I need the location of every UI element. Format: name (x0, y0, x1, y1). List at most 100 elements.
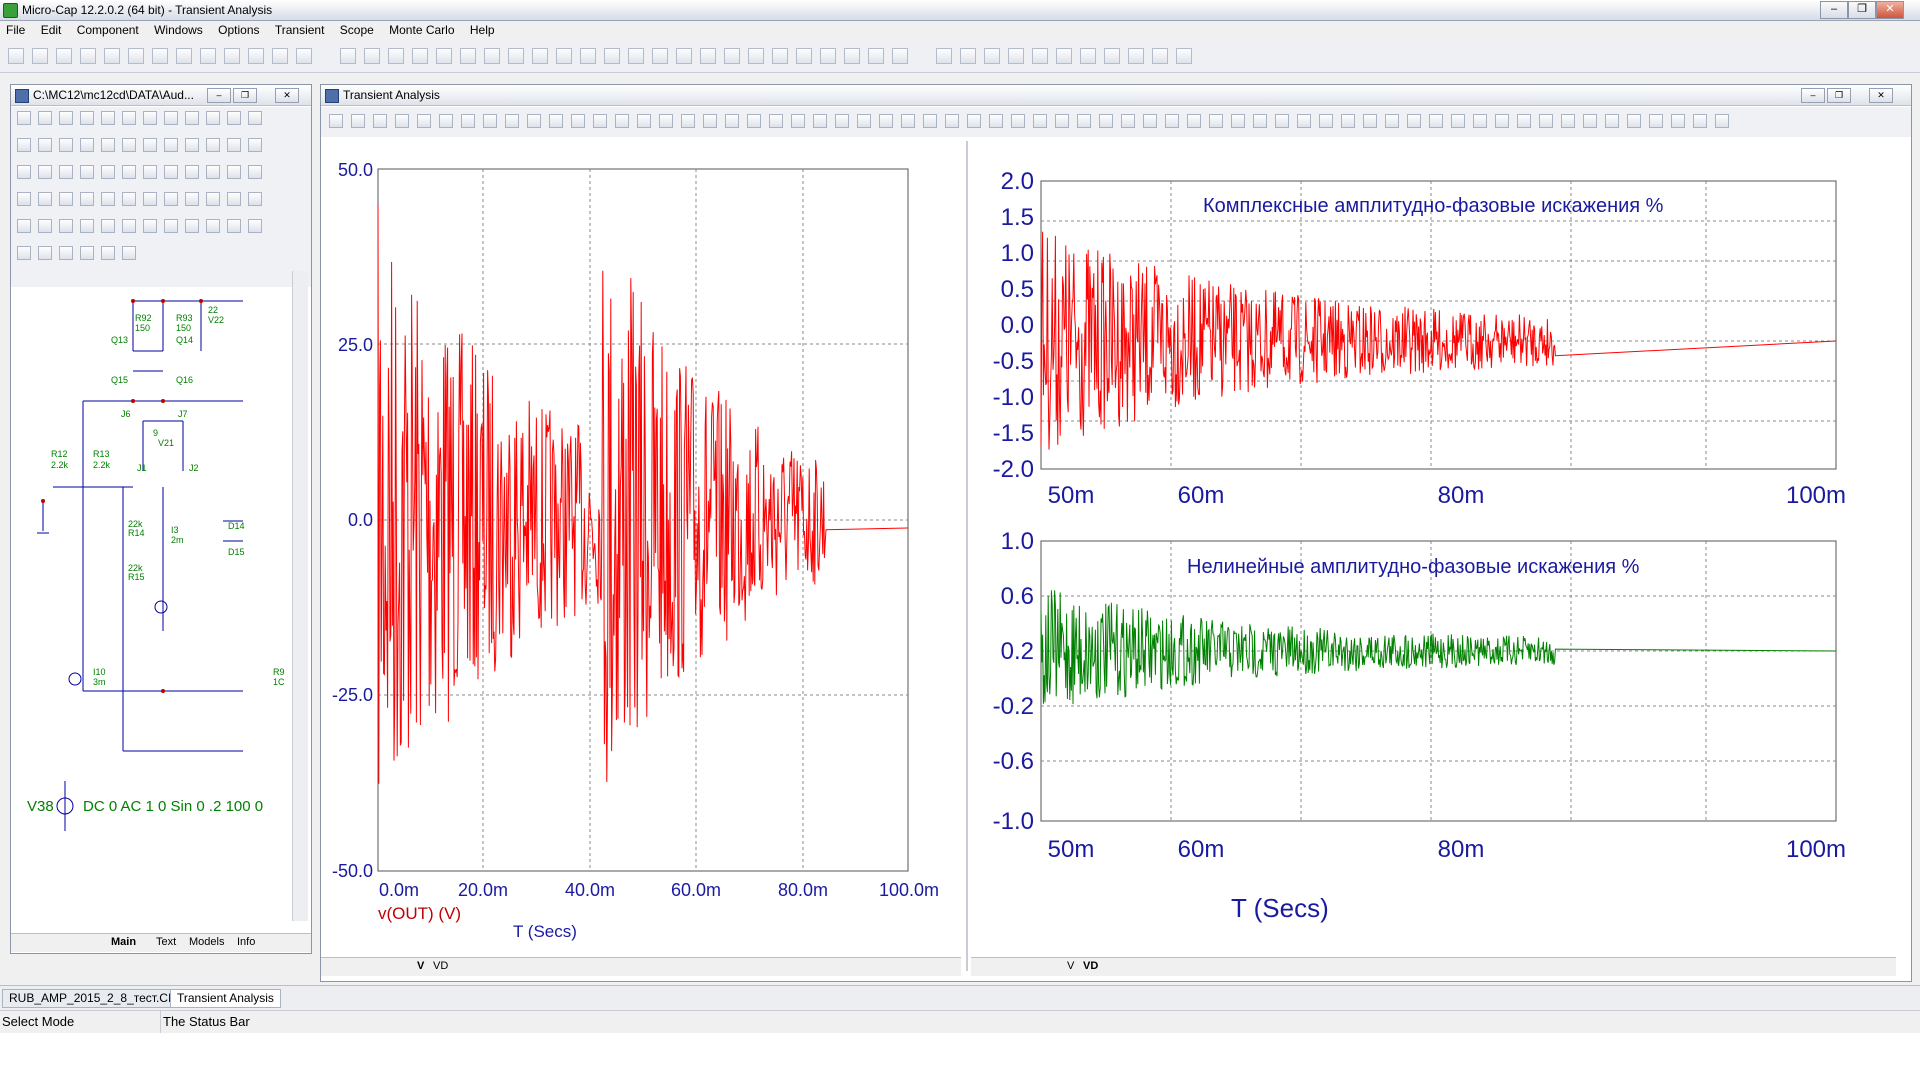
schematic-tool-button[interactable] (38, 192, 52, 206)
schematic-tool-button[interactable] (59, 219, 73, 233)
toolbar-button[interactable] (56, 48, 72, 64)
schematic-tool-button[interactable] (80, 165, 94, 179)
analysis-tool-button[interactable] (417, 114, 431, 128)
toolbar-button[interactable] (412, 48, 428, 64)
toolbar-button[interactable] (844, 48, 860, 64)
analysis-tool-button[interactable] (1231, 114, 1245, 128)
toolbar-button[interactable] (652, 48, 668, 64)
analysis-tool-button[interactable] (1715, 114, 1729, 128)
close-button[interactable]: ✕ (1876, 1, 1904, 19)
schematic-tool-button[interactable] (122, 138, 136, 152)
toolbar-button[interactable] (176, 48, 192, 64)
menu-windows[interactable]: Windows (148, 21, 209, 39)
menu-scope[interactable]: Scope (334, 21, 380, 39)
analysis-tool-button[interactable] (549, 114, 563, 128)
schematic-tool-button[interactable] (164, 111, 178, 125)
tab-main[interactable]: Main (111, 936, 136, 948)
menu-help[interactable]: Help (464, 21, 501, 39)
toolbar-button[interactable] (436, 48, 452, 64)
toolbar-button[interactable] (1056, 48, 1072, 64)
toolbar-button[interactable] (32, 48, 48, 64)
toolbar-button[interactable] (460, 48, 476, 64)
schematic-tool-button[interactable] (227, 138, 241, 152)
analysis-tool-button[interactable] (879, 114, 893, 128)
schematic-tool-button[interactable] (80, 246, 94, 260)
toolbar-button[interactable] (960, 48, 976, 64)
schematic-tool-button[interactable] (248, 219, 262, 233)
toolbar-button[interactable] (296, 48, 312, 64)
schematic-tool-button[interactable] (17, 192, 31, 206)
analysis-tool-button[interactable] (1011, 114, 1025, 128)
analysis-tool-button[interactable] (571, 114, 585, 128)
schematic-tool-button[interactable] (164, 219, 178, 233)
schematic-tool-button[interactable] (206, 138, 220, 152)
task-transient-analysis[interactable]: Transient Analysis (170, 989, 281, 1008)
toolbar-button[interactable] (1152, 48, 1168, 64)
toolbar-button[interactable] (8, 48, 24, 64)
schematic-tool-button[interactable] (101, 192, 115, 206)
right-tab-v[interactable]: V (1067, 960, 1074, 972)
schematic-tool-button[interactable] (185, 219, 199, 233)
analysis-tool-button[interactable] (989, 114, 1003, 128)
menu-edit[interactable]: Edit (35, 21, 68, 39)
menu-monte-carlo[interactable]: Monte Carlo (383, 21, 460, 39)
analysis-tool-button[interactable] (659, 114, 673, 128)
schematic-tool-button[interactable] (122, 111, 136, 125)
left-tab-vd[interactable]: VD (433, 960, 448, 972)
schematic-tool-button[interactable] (38, 246, 52, 260)
schematic-tool-button[interactable] (122, 165, 136, 179)
toolbar-button[interactable] (484, 48, 500, 64)
maximize-button[interactable]: ❐ (1848, 1, 1876, 19)
analysis-tool-button[interactable] (1187, 114, 1201, 128)
analysis-tool-button[interactable] (1605, 114, 1619, 128)
schematic-tool-button[interactable] (101, 138, 115, 152)
toolbar-button[interactable] (868, 48, 884, 64)
toolbar-button[interactable] (1032, 48, 1048, 64)
toolbar-button[interactable] (556, 48, 572, 64)
analysis-tool-button[interactable] (1143, 114, 1157, 128)
schematic-tool-button[interactable] (17, 165, 31, 179)
toolbar-button[interactable] (364, 48, 380, 64)
analysis-tool-button[interactable] (857, 114, 871, 128)
analysis-tool-button[interactable] (1495, 114, 1509, 128)
right-plots[interactable]: Комплексные амплитудно-фазовые искажения… (971, 141, 1896, 951)
toolbar-button[interactable] (892, 48, 908, 64)
toolbar-button[interactable] (532, 48, 548, 64)
toolbar-button[interactable] (340, 48, 356, 64)
left-plot[interactable]: 50.0 25.0 0.0 -25.0 -50.0 0.0m 20.0m 40.… (323, 141, 963, 951)
analysis-tool-button[interactable] (1539, 114, 1553, 128)
schematic-tool-button[interactable] (143, 165, 157, 179)
toolbar-button[interactable] (272, 48, 288, 64)
analysis-tool-button[interactable] (1561, 114, 1575, 128)
analysis-close-button[interactable]: ✕ (1869, 88, 1893, 103)
analysis-tool-button[interactable] (681, 114, 695, 128)
analysis-tool-button[interactable] (703, 114, 717, 128)
schematic-tool-button[interactable] (164, 165, 178, 179)
analysis-tool-button[interactable] (923, 114, 937, 128)
toolbar-button[interactable] (1080, 48, 1096, 64)
analysis-tool-button[interactable] (1517, 114, 1531, 128)
schematic-tool-button[interactable] (59, 246, 73, 260)
analysis-tool-button[interactable] (769, 114, 783, 128)
right-tab-vd[interactable]: VD (1083, 960, 1098, 972)
schematic-tool-button[interactable] (17, 246, 31, 260)
schematic-tool-button[interactable] (80, 138, 94, 152)
analysis-tool-button[interactable] (1275, 114, 1289, 128)
toolbar-button[interactable] (820, 48, 836, 64)
analysis-tool-button[interactable] (439, 114, 453, 128)
analysis-tool-button[interactable] (1451, 114, 1465, 128)
analysis-tool-button[interactable] (1209, 114, 1223, 128)
toolbar-button[interactable] (936, 48, 952, 64)
toolbar-button[interactable] (1104, 48, 1120, 64)
analysis-tool-button[interactable] (593, 114, 607, 128)
toolbar-button[interactable] (1176, 48, 1192, 64)
left-tab-v[interactable]: V (417, 960, 424, 972)
schematic-tool-button[interactable] (59, 111, 73, 125)
toolbar-button[interactable] (200, 48, 216, 64)
analysis-tool-button[interactable] (1429, 114, 1443, 128)
analysis-tool-button[interactable] (1363, 114, 1377, 128)
schematic-tool-button[interactable] (185, 111, 199, 125)
analysis-tool-button[interactable] (1297, 114, 1311, 128)
analysis-tool-button[interactable] (461, 114, 475, 128)
analysis-tool-button[interactable] (505, 114, 519, 128)
